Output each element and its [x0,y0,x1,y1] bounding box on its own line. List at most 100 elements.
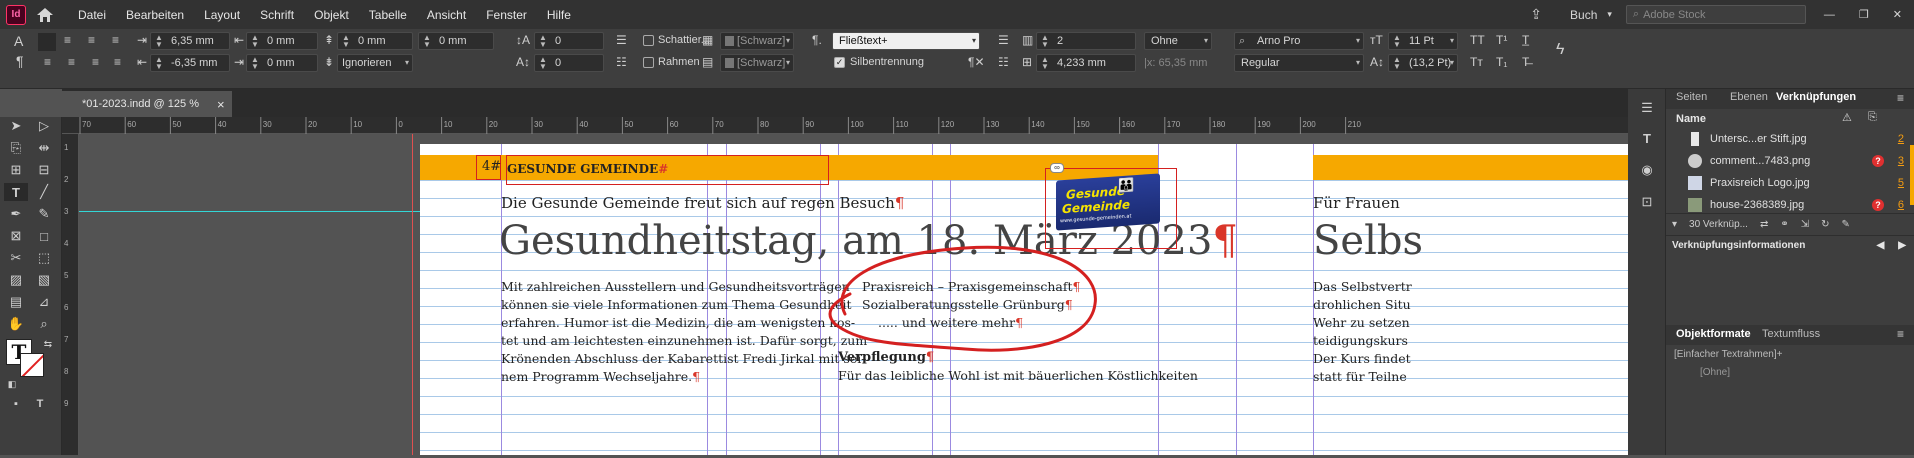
last-line-indent-field[interactable]: ▲ ▼ 0 mm [246,54,318,72]
justify-all-icon[interactable]: ≡ [44,55,51,69]
drop-cap-chars-field[interactable]: ▲ ▼ 0 [534,54,604,72]
link-page[interactable]: 6 [1884,199,1904,211]
small-caps-icon[interactable]: Tт [1470,55,1483,69]
gutter-field[interactable]: ▲ ▼ 4,233 mm [1036,54,1136,72]
adobe-stock-search[interactable]: ⌕ Adobe Stock [1625,5,1806,24]
menu-datei[interactable]: Datei [68,8,116,22]
link-row[interactable]: comment...7483.png ? 3 [1666,150,1914,172]
document-tab[interactable]: *01-2023.indd @ 125 % × [62,91,232,117]
first-line-indent-field[interactable]: ▲ ▼ -6,35 mm [150,54,230,72]
pen-tool-icon[interactable]: ✒ [6,205,26,223]
scissors-tool-icon[interactable]: ✂ [6,249,26,267]
menu-schrift[interactable]: Schrift [250,8,304,22]
stepper-icon[interactable]: ▲ ▼ [342,34,350,49]
grid-align-select[interactable]: Ignorieren ▾ [337,54,413,72]
stepper-icon[interactable]: ▲ ▼ [1393,34,1401,49]
superscript-icon[interactable]: T¹ [1496,33,1507,47]
eyedropper-tool-icon[interactable]: ⊿ [34,293,54,311]
link-page[interactable]: 5 [1884,177,1904,189]
stepper-icon[interactable]: ▲ ▼ [423,34,431,49]
gradient-swatch-tool-icon[interactable]: ▨ [6,271,26,289]
page-tool-icon[interactable]: ⎘ [6,139,26,157]
col-name-header[interactable]: Name [1676,113,1706,125]
hand-tool-icon[interactable]: ✋ [6,315,26,333]
line-tool-icon[interactable]: ╱ [34,183,54,201]
menu-tabelle[interactable]: Tabelle [359,8,417,22]
chevron-down-icon[interactable]: ▾ [1607,9,1612,20]
rectangle-frame-tool-icon[interactable]: ⊠ [6,227,26,245]
tab-verknuepfungen[interactable]: Verknüpfungen [1776,91,1856,103]
stepper-icon[interactable]: ▲ ▼ [1041,34,1049,49]
content-collector-icon[interactable]: ⊞ [6,161,26,179]
span-columns-select[interactable]: Ohne ▾ [1144,32,1212,50]
align-left-icon[interactable] [38,33,56,51]
stroke-panel-icon[interactable]: ⊡ [1637,193,1657,211]
stepper-icon[interactable]: ▲ ▼ [251,56,259,71]
link-row[interactable]: Praxisreich Logo.jpg 5 [1666,172,1914,194]
horizontal-ruler[interactable]: 70 60 50 40 30 20 10 0 10 20 30 40 50 60 70 80 90 100 110 1… [62,117,1628,134]
next-arrow-icon[interactable]: ▶ [1898,240,1906,251]
align-right-icon[interactable]: ≡ [88,33,95,47]
restore-icon[interactable]: ❐ [1859,8,1869,21]
indesign-app-icon[interactable]: Id [6,4,26,25]
shading-checkbox[interactable] [643,35,654,46]
stepper-icon[interactable]: ▲ ▼ [539,56,547,71]
document-spread[interactable]: 4# GESUNDE GEMEINDE# Die Gesunde Gemeind… [420,144,1628,455]
shading-swatch-select[interactable]: [Schwarz] ▾ [720,32,794,50]
scrollbar-thumb[interactable] [1910,145,1914,205]
gradient-feather-tool-icon[interactable]: ▧ [34,271,54,289]
link-page[interactable]: 3 [1884,155,1904,167]
edit-original-icon[interactable]: ✎ [1842,219,1850,230]
stepper-icon[interactable]: ▲ ▼ [155,56,163,71]
link-info-header[interactable]: Verknüpfungsinformationen ◀ ▶ [1666,235,1914,255]
swap-fill-stroke-icon[interactable]: ⇆ [38,335,58,353]
stroke-swatch-icon[interactable] [20,353,44,377]
menu-fenster[interactable]: Fenster [476,8,537,22]
stepper-icon[interactable]: ▲ ▼ [1041,56,1049,71]
selection-tool-icon[interactable]: ➤ [6,117,26,135]
vertical-ruler[interactable]: 1 2 3 4 5 6 7 8 9 [62,134,79,455]
go-to-link-icon[interactable]: ⇲ [1801,219,1809,230]
formatting-affects-container-icon[interactable]: ▪ [6,395,26,413]
bullet-list-icon[interactable]: ☰ [616,33,627,47]
warning-column-icon[interactable]: ⚠ [1842,111,1852,124]
space-before-field[interactable]: ▲ ▼ 0 mm [337,32,413,50]
hyphenation-checkbox[interactable]: ✓ [834,57,845,68]
left-indent-field[interactable]: ▲ ▼ 6,35 mm [150,32,230,50]
pasteboard[interactable]: 4# GESUNDE GEMEINDE# Die Gesunde Gemeind… [79,134,1628,455]
relink-folder-icon[interactable]: ⇄ [1760,219,1768,230]
space-after-field[interactable]: ▲ ▼ 0 mm [418,32,494,50]
link-page[interactable]: 2 [1884,133,1904,145]
formatting-affects-text-icon[interactable]: T [30,395,50,413]
subscript-icon[interactable]: T₁ [1496,55,1507,69]
tab-objektformate[interactable]: Objektformate [1676,328,1751,340]
leading-field[interactable]: ▲ ▼ (13,2 Pt) ▾ [1388,54,1458,72]
drop-cap-lines-field[interactable]: ▲ ▼ 0 [534,32,604,50]
font-family-select[interactable]: ⌕ Arno Pro ▾ [1234,32,1364,50]
page-column-icon[interactable]: ⎘ [1868,111,1877,124]
prev-arrow-icon[interactable]: ◀ [1877,240,1885,251]
panel-menu-icon[interactable]: ≡ [1897,327,1904,341]
clear-overrides-icon[interactable]: ¶✕ [968,55,985,69]
justify-icon[interactable]: ≡ [112,33,119,47]
missing-link-icon[interactable]: ? [1872,155,1884,167]
font-style-select[interactable]: Regular ▾ [1234,54,1364,72]
pages-panel-icon[interactable]: ☰ [1637,99,1657,117]
content-placer-icon[interactable]: ⊟ [34,161,54,179]
menu-hilfe[interactable]: Hilfe [537,8,581,22]
workspace-switcher[interactable]: Buch [1570,8,1597,22]
stepper-icon[interactable]: ▲ ▼ [1393,56,1401,71]
direct-selection-tool-icon[interactable]: ▷ [34,117,54,135]
frame-swatch-select[interactable]: [Schwarz] ▾ [720,54,794,72]
object-style-none[interactable]: [Ohne] [1700,367,1730,378]
stepper-icon[interactable]: ▲ ▼ [251,34,259,49]
update-link-icon[interactable]: ↻ [1821,219,1829,230]
minimize-icon[interactable]: — [1824,9,1835,21]
align-baseline-icon[interactable]: ☰ [998,33,1009,47]
home-icon[interactable] [34,5,56,25]
numbered-list-icon[interactable]: ☷ [616,55,627,69]
type-tool-icon[interactable]: T [4,183,28,201]
shading-settings-icon[interactable]: ▦ [702,33,713,47]
rectangle-tool-icon[interactable]: □ [34,227,54,245]
do-not-align-icon[interactable]: ☷ [998,55,1009,69]
